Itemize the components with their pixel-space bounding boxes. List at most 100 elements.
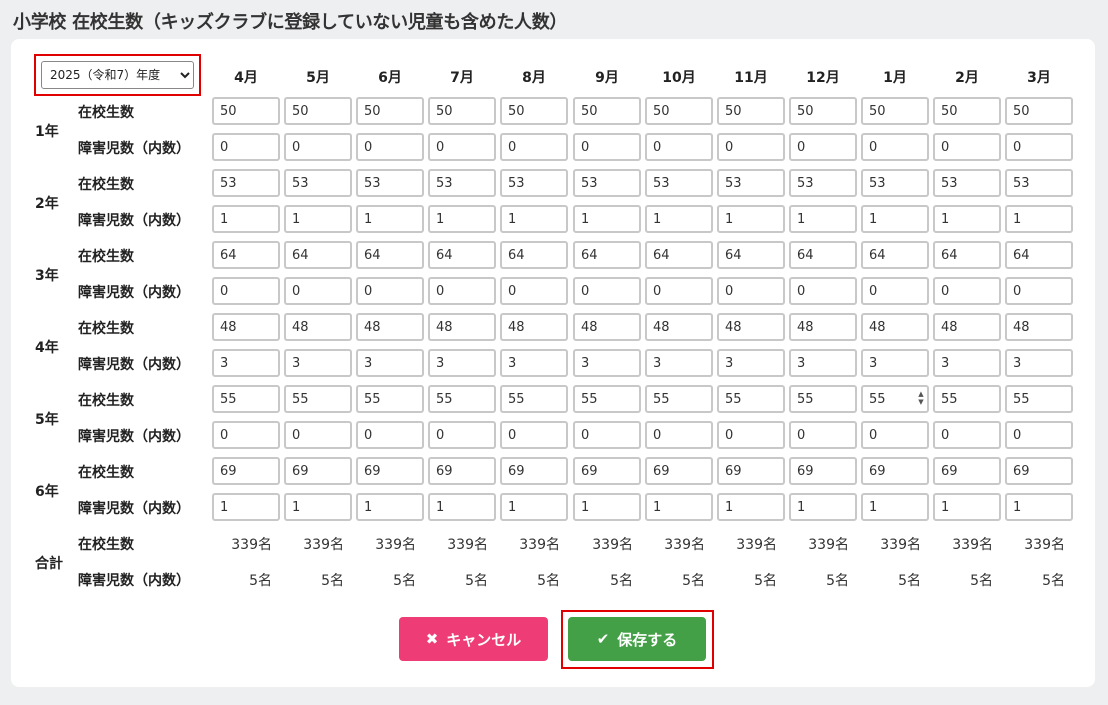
disabled-count-input[interactable] [1005,349,1073,377]
disabled-count-input[interactable] [933,133,1001,161]
disabled-count-input[interactable] [789,277,857,305]
enrolled-count-input[interactable] [500,457,568,485]
enrolled-count-input[interactable] [933,169,1001,197]
enrolled-count-input[interactable] [1005,241,1073,269]
disabled-count-input[interactable] [573,277,641,305]
disabled-count-input[interactable] [573,205,641,233]
disabled-count-input[interactable] [1005,493,1073,521]
enrolled-count-input[interactable] [573,97,641,125]
enrolled-count-input[interactable] [861,169,929,197]
enrolled-count-input[interactable] [1005,97,1073,125]
enrolled-count-input[interactable] [789,457,857,485]
disabled-count-input[interactable] [500,277,568,305]
enrolled-count-input[interactable] [356,457,424,485]
enrolled-count-input[interactable] [861,457,929,485]
spinner-arrows-icon[interactable]: ▲ ▼ [917,390,925,406]
disabled-count-input[interactable] [645,277,713,305]
enrolled-count-input[interactable] [428,457,496,485]
disabled-count-input[interactable] [356,277,424,305]
disabled-count-input[interactable] [428,133,496,161]
enrolled-count-input[interactable] [645,385,713,413]
enrolled-count-input[interactable] [717,385,785,413]
disabled-count-input[interactable] [284,493,352,521]
enrolled-count-input[interactable] [573,313,641,341]
disabled-count-input[interactable] [861,349,929,377]
disabled-count-input[interactable] [645,493,713,521]
enrolled-count-input[interactable] [1005,385,1073,413]
disabled-count-input[interactable] [573,421,641,449]
enrolled-count-input[interactable] [717,457,785,485]
disabled-count-input[interactable] [789,421,857,449]
enrolled-count-input[interactable] [212,313,280,341]
disabled-count-input[interactable] [789,349,857,377]
enrolled-count-input[interactable] [284,313,352,341]
disabled-count-input[interactable] [212,493,280,521]
disabled-count-input[interactable] [1005,421,1073,449]
disabled-count-input[interactable] [933,205,1001,233]
disabled-count-input[interactable] [428,349,496,377]
disabled-count-input[interactable] [717,277,785,305]
enrolled-count-input[interactable] [428,169,496,197]
disabled-count-input[interactable] [284,349,352,377]
disabled-count-input[interactable] [212,349,280,377]
enrolled-count-input[interactable] [212,385,280,413]
disabled-count-input[interactable] [356,421,424,449]
disabled-count-input[interactable] [789,493,857,521]
disabled-count-input[interactable] [500,421,568,449]
disabled-count-input[interactable] [717,133,785,161]
enrolled-count-input[interactable] [1005,169,1073,197]
disabled-count-input[interactable] [212,133,280,161]
disabled-count-input[interactable] [861,205,929,233]
disabled-count-input[interactable] [645,349,713,377]
disabled-count-input[interactable] [356,205,424,233]
disabled-count-input[interactable] [789,133,857,161]
enrolled-count-input[interactable] [717,241,785,269]
disabled-count-input[interactable] [428,493,496,521]
enrolled-count-input[interactable] [356,169,424,197]
enrolled-count-input[interactable] [212,457,280,485]
enrolled-count-input[interactable] [500,385,568,413]
enrolled-count-input[interactable] [428,241,496,269]
disabled-count-input[interactable] [933,277,1001,305]
disabled-count-input[interactable] [861,493,929,521]
enrolled-count-input[interactable] [789,385,857,413]
enrolled-count-input[interactable] [789,241,857,269]
disabled-count-input[interactable] [933,349,1001,377]
disabled-count-input[interactable] [428,205,496,233]
disabled-count-input[interactable] [212,421,280,449]
enrolled-count-input[interactable] [1005,457,1073,485]
enrolled-count-input[interactable] [645,97,713,125]
enrolled-count-input[interactable] [356,97,424,125]
enrolled-count-input[interactable] [212,97,280,125]
disabled-count-input[interactable] [212,277,280,305]
enrolled-count-input[interactable] [933,313,1001,341]
disabled-count-input[interactable] [1005,205,1073,233]
enrolled-count-input[interactable] [717,97,785,125]
enrolled-count-input[interactable] [717,169,785,197]
enrolled-count-input[interactable] [573,457,641,485]
disabled-count-input[interactable] [717,349,785,377]
disabled-count-input[interactable] [573,493,641,521]
enrolled-count-input[interactable] [645,313,713,341]
enrolled-count-input[interactable] [645,457,713,485]
save-button[interactable]: ✔ 保存する [568,617,706,661]
enrolled-count-input[interactable] [1005,313,1073,341]
enrolled-count-input[interactable] [356,313,424,341]
disabled-count-input[interactable] [789,205,857,233]
enrolled-count-input[interactable] [933,385,1001,413]
enrolled-count-input[interactable] [933,241,1001,269]
enrolled-count-input[interactable] [284,457,352,485]
enrolled-count-input[interactable] [861,97,929,125]
disabled-count-input[interactable] [500,349,568,377]
enrolled-count-input[interactable] [933,97,1001,125]
disabled-count-input[interactable] [284,205,352,233]
enrolled-count-input[interactable] [428,313,496,341]
disabled-count-input[interactable] [573,133,641,161]
enrolled-count-input[interactable] [212,241,280,269]
disabled-count-input[interactable] [933,493,1001,521]
year-select[interactable]: 2025（令和7）年度 [41,61,194,89]
enrolled-count-input[interactable] [573,169,641,197]
enrolled-count-input[interactable] [356,241,424,269]
disabled-count-input[interactable] [933,421,1001,449]
enrolled-count-input[interactable] [212,169,280,197]
